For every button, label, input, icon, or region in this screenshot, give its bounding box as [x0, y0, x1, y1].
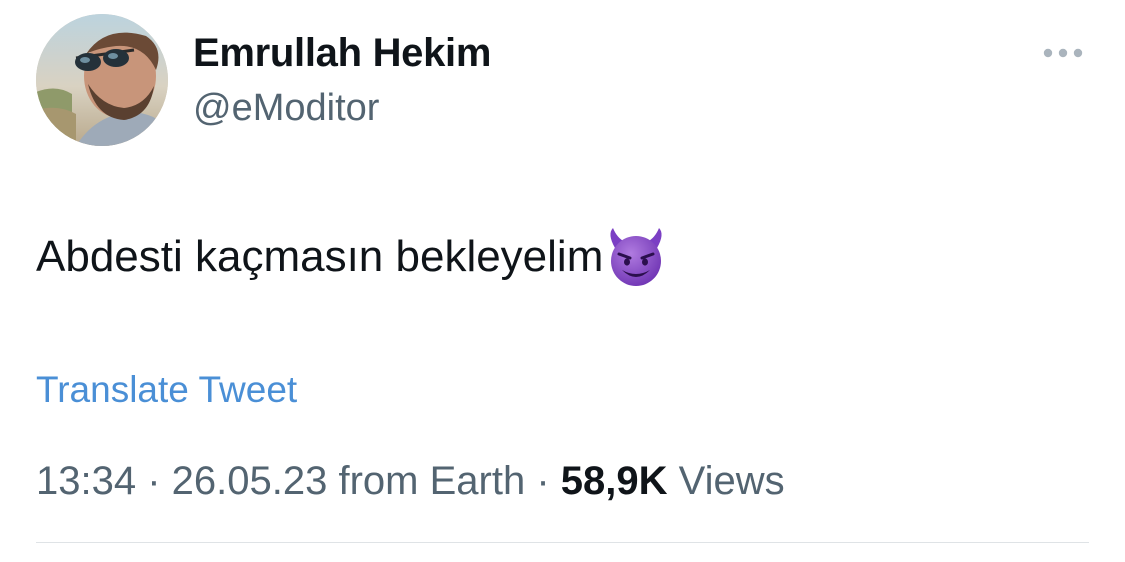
avatar[interactable] [36, 14, 168, 146]
divider [36, 542, 1089, 543]
smiling-devil-emoji-icon [605, 226, 667, 288]
profile-photo-icon [36, 14, 168, 146]
meta-separator: · [136, 459, 172, 503]
views-count[interactable]: 58,9K [561, 459, 668, 503]
tweet-text: Abdesti kaçmasın bekleyelim [36, 226, 667, 288]
tweet-source: from Earth [327, 459, 526, 503]
translate-tweet-link[interactable]: Translate Tweet [36, 368, 297, 412]
display-name[interactable]: Emrullah Hekim [193, 30, 491, 76]
tweet-card: Emrullah Hekim @eModitor Abdesti kaçması… [0, 0, 1125, 562]
user-handle[interactable]: @eModitor [193, 86, 379, 130]
tweet-date[interactable]: 26.05.23 [172, 459, 328, 503]
tweet-meta: 13:34 · 26.05.23 from Earth · 58,9K View… [36, 458, 785, 504]
tweet-time[interactable]: 13:34 [36, 459, 136, 503]
tweet-text-content: Abdesti kaçmasın bekleyelim [36, 232, 604, 281]
views-label[interactable]: Views [668, 459, 785, 503]
meta-separator: · [525, 459, 561, 503]
more-options-button[interactable] [1036, 36, 1090, 70]
more-horizontal-icon [1043, 48, 1083, 58]
